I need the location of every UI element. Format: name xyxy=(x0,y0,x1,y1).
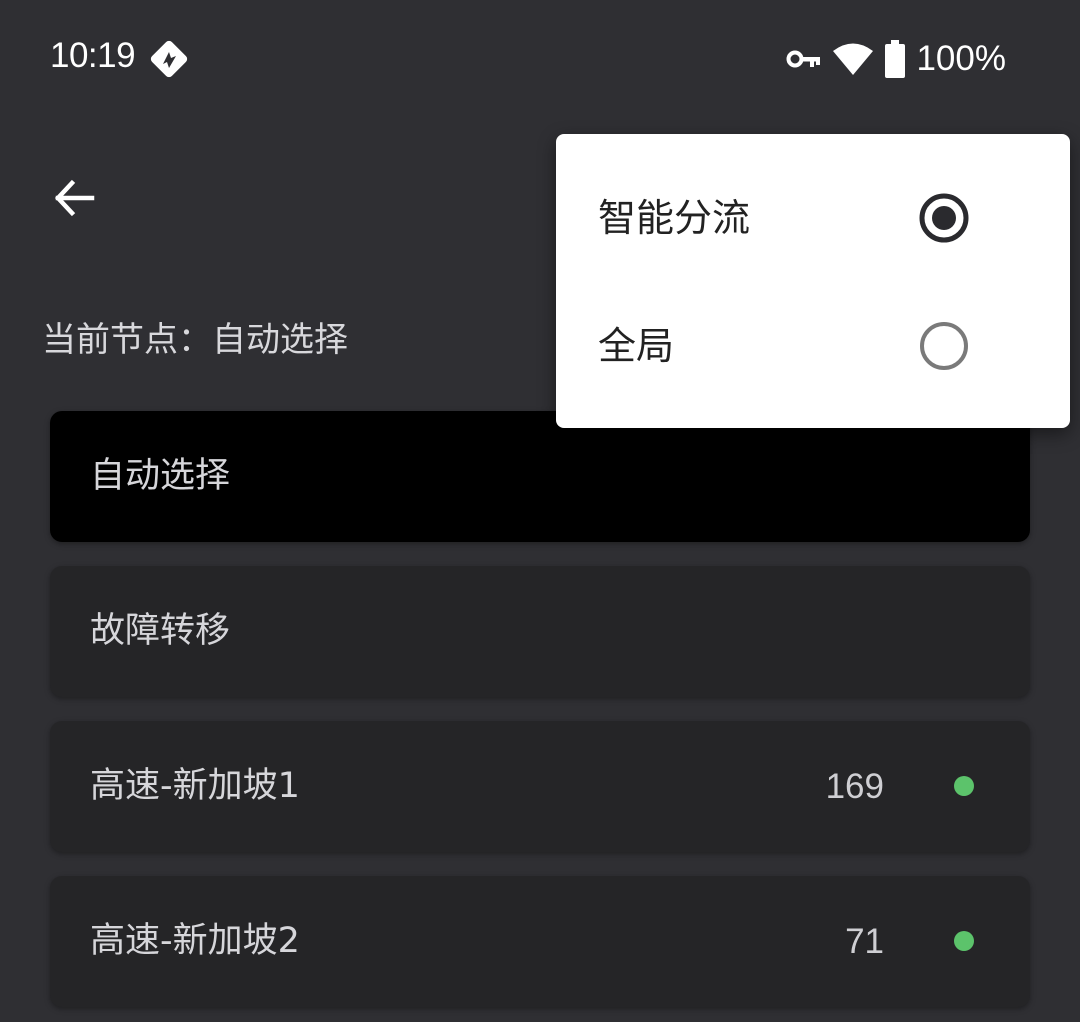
status-icons: 100% xyxy=(786,36,1006,82)
online-status-dot xyxy=(954,931,974,951)
proxy-item-singapore-2[interactable]: 高速-新加坡2 71 xyxy=(50,876,1030,1007)
proxy-name: 自动选择 xyxy=(90,456,231,496)
status-time: 10:19 xyxy=(50,36,136,75)
app-notification-icon xyxy=(150,40,188,78)
proxy-name: 高速-新加坡1 xyxy=(90,766,300,806)
proxy-latency: 169 xyxy=(825,767,884,806)
mode-option-smart-routing[interactable]: 智能分流 xyxy=(556,154,1070,282)
battery-icon xyxy=(885,40,906,78)
proxy-list: 自动选择 故障转移 高速-新加坡1 169 高速-新加坡2 71 xyxy=(50,411,1030,1022)
screen: 10:19 100% 当前节点：自动选择 自动选择 故障转移 高速-新加坡1 1… xyxy=(0,0,1080,1022)
online-status-dot xyxy=(954,776,974,796)
proxy-item-singapore-1[interactable]: 高速-新加坡1 169 xyxy=(50,721,1030,852)
vpn-key-icon xyxy=(786,50,821,68)
current-node-label: 当前节点：自动选择 xyxy=(42,320,348,360)
proxy-name: 高速-新加坡2 xyxy=(90,921,300,961)
proxy-item-failover[interactable]: 故障转移 xyxy=(50,566,1030,697)
radio-unchecked-icon[interactable] xyxy=(918,320,970,372)
mode-menu: 智能分流 全局 xyxy=(556,134,1070,428)
mode-option-label: 全局 xyxy=(598,324,675,368)
proxy-latency: 71 xyxy=(845,922,884,961)
mode-option-global[interactable]: 全局 xyxy=(556,282,1070,410)
radio-checked-icon[interactable] xyxy=(918,192,970,244)
back-button[interactable] xyxy=(44,168,104,228)
proxy-item-auto-select[interactable]: 自动选择 xyxy=(50,411,1030,542)
battery-percent: 100% xyxy=(916,39,1006,78)
proxy-name: 故障转移 xyxy=(90,611,231,651)
arrow-left-icon xyxy=(54,179,95,217)
mode-option-label: 智能分流 xyxy=(598,196,751,240)
wifi-icon xyxy=(833,43,874,75)
